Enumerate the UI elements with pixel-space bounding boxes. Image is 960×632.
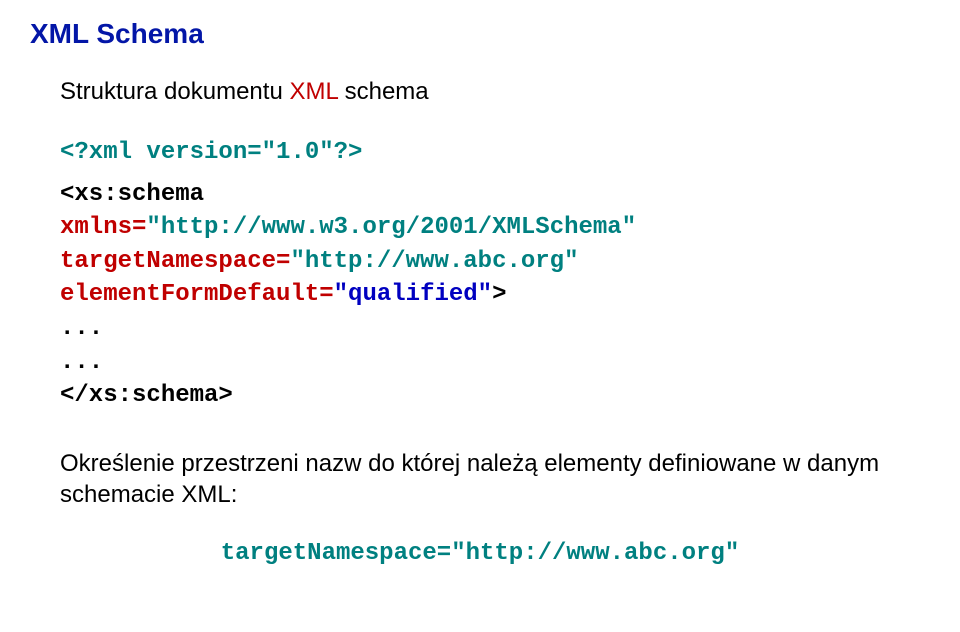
code-line-1: <?xml version="1.0"?> — [60, 139, 362, 166]
code-val-xmlns: "http://www.w3.org/2001/XMLSchema" — [146, 214, 636, 241]
page-title: XML Schema — [30, 18, 930, 50]
code-val-elform: "qualified" — [334, 281, 492, 308]
code-attr-xmlns: xmlns= — [60, 214, 146, 241]
final-code-line: targetNamespace="http://www.abc.org" — [30, 540, 930, 567]
code-attr-elform: elementFormDefault= — [60, 281, 334, 308]
code-val-target: "http://www.abc.org" — [290, 248, 578, 275]
description-text: Określenie przestrzeni nazw do której na… — [60, 448, 930, 510]
code-attr-target: targetNamespace= — [60, 248, 290, 275]
subtitle-xml: XML — [289, 78, 337, 105]
subtitle-prefix: Struktura dokumentu — [60, 78, 289, 105]
code-close-angle: > — [492, 281, 506, 308]
subtitle: Struktura dokumentu XML schema — [60, 78, 930, 106]
code-close-tag: </xs:schema> — [60, 382, 233, 409]
subtitle-suffix: schema — [338, 78, 429, 105]
code-dots-2: ... — [60, 349, 103, 376]
code-dots-1: ... — [60, 315, 103, 342]
code-line-2: <xs:schema — [60, 181, 204, 208]
code-block: <?xml version="1.0"?> <xs:schema xmlns="… — [60, 136, 930, 413]
